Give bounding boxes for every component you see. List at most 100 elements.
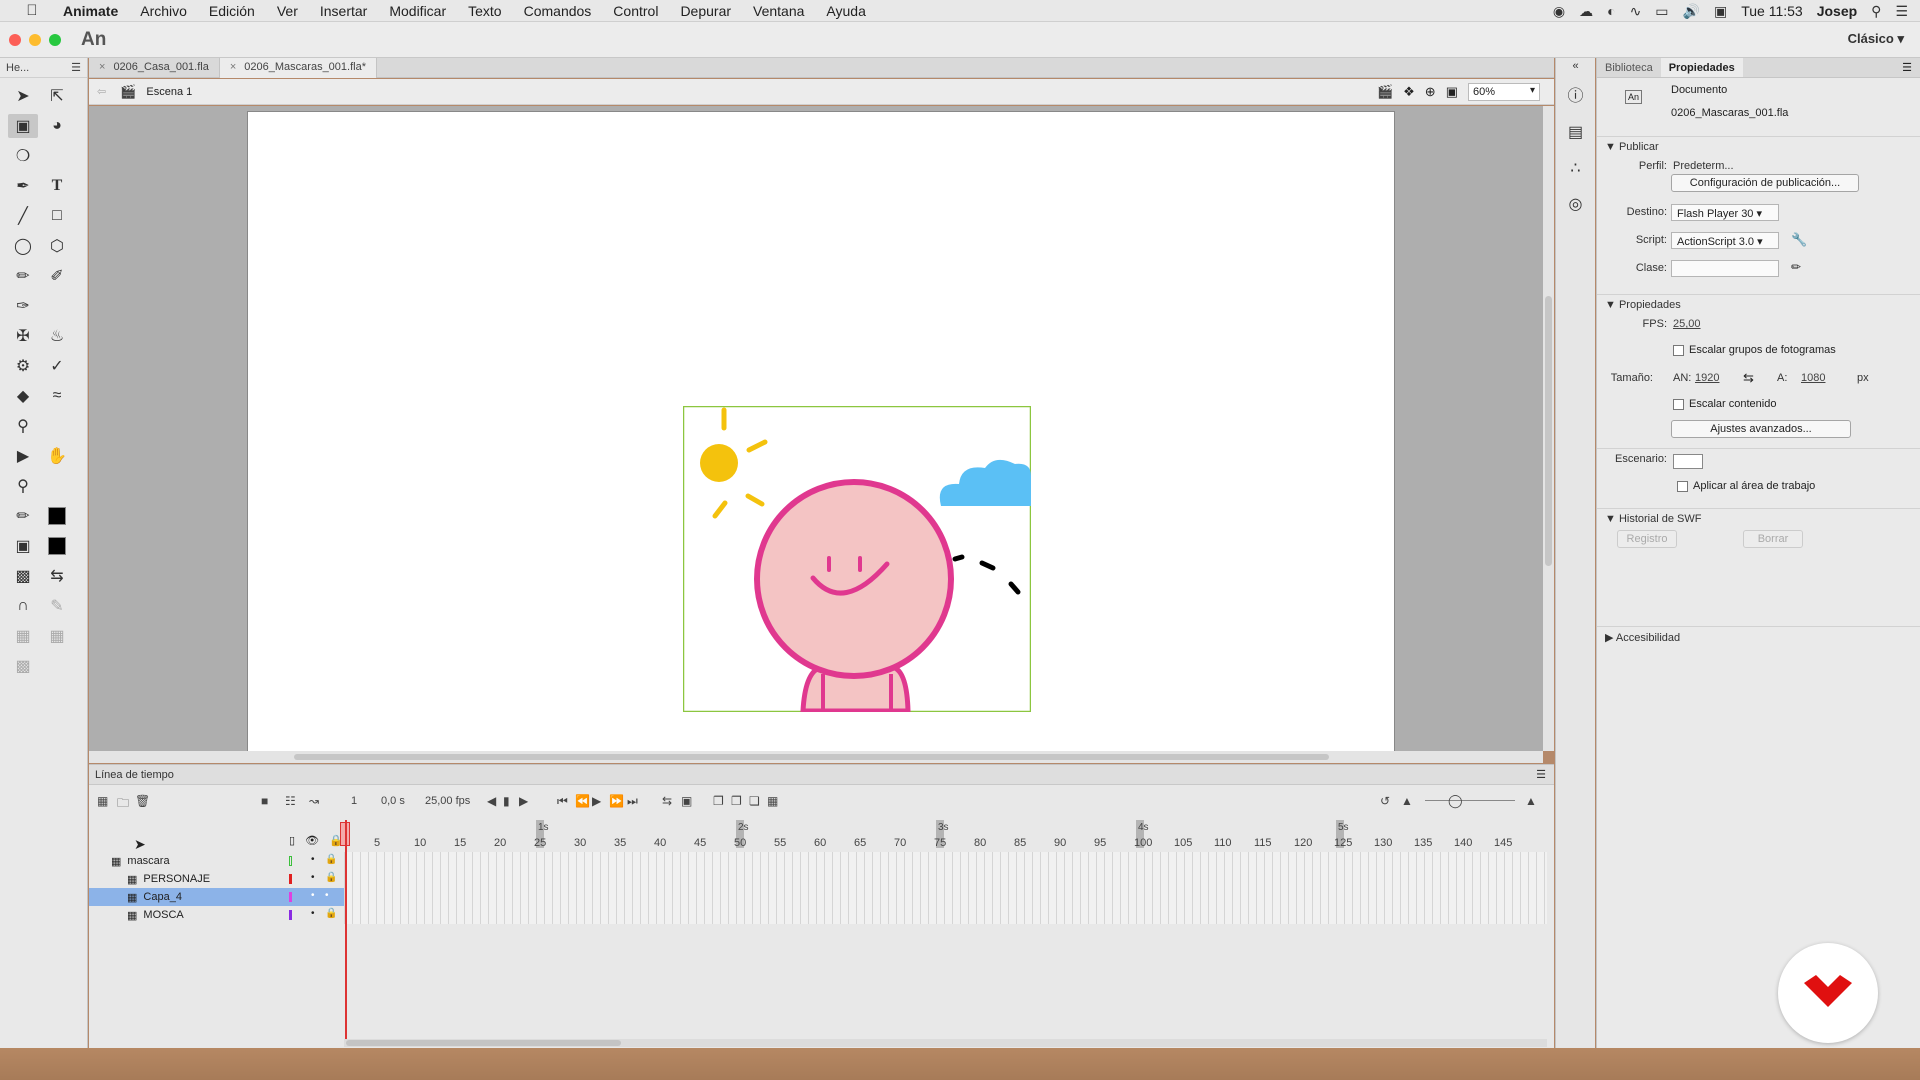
artwork[interactable]	[683, 406, 1031, 712]
layer-name[interactable]: PERSONAJE	[143, 873, 210, 885]
tab-library[interactable]: Biblioteca	[1597, 58, 1661, 77]
fly[interactable]	[952, 554, 1021, 595]
onion-skin-icon[interactable]: ❐	[713, 794, 724, 808]
fps-value[interactable]: 25,00	[1673, 318, 1701, 330]
hand-tool-icon[interactable]: ✋	[42, 444, 72, 468]
current-frame[interactable]: 1	[351, 795, 357, 807]
close-tab-icon[interactable]: ×	[99, 61, 105, 73]
info-icon[interactable]: ⓘ	[1556, 82, 1595, 106]
tab-properties[interactable]: Propiedades	[1660, 58, 1743, 77]
creative-cloud-icon[interactable]: ☁	[1579, 3, 1593, 20]
line-tool-icon[interactable]: ╱	[8, 204, 38, 228]
menu-ver[interactable]: Ver	[266, 3, 309, 19]
pen-tool-icon[interactable]: ✒	[8, 174, 38, 198]
zoom-slider-thumb[interactable]: ◯	[1448, 793, 1463, 809]
edit-scene-icon[interactable]: 🎬	[1377, 84, 1393, 100]
subselection-tool-icon[interactable]: ⇱	[42, 84, 72, 108]
menu-ayuda[interactable]: Ayuda	[815, 3, 876, 19]
menu-app[interactable]: Animate	[52, 3, 129, 19]
oval-tool-icon[interactable]: ◯	[8, 234, 38, 258]
step-forward-icon[interactable]: ▶	[519, 794, 528, 808]
play-icon[interactable]: ▶	[592, 794, 601, 808]
publish-settings-button[interactable]: Configuración de publicación...	[1671, 174, 1859, 192]
properties-section-header[interactable]: ▼ Propiedades	[1597, 294, 1920, 314]
scrollbar-thumb[interactable]	[346, 1040, 621, 1046]
timeline-zoom-slider[interactable]	[1425, 800, 1515, 801]
panel-menu-icon[interactable]: ☰	[1902, 61, 1912, 74]
class-input[interactable]	[1671, 260, 1779, 277]
fill-color-bucket-icon[interactable]: ▣	[8, 534, 38, 558]
swf-history-section-header[interactable]: ▼ Historial de SWF	[1597, 508, 1920, 528]
layer-row-mosca[interactable]: ▦ MOSCA • 🔒	[89, 906, 344, 924]
close-tab-icon[interactable]: ×	[230, 61, 236, 73]
scrollbar-thumb[interactable]	[294, 754, 1329, 760]
edit-multiple-frames-icon[interactable]: ❏	[749, 794, 760, 808]
record-icon[interactable]: ◉	[1553, 3, 1565, 20]
advanced-settings-button[interactable]: Ajustes avanzados...	[1671, 420, 1851, 438]
layer-row-capa4[interactable]: ▦ Capa_4 • •	[89, 888, 344, 906]
asset-warp-tool-icon[interactable]: ⚲	[8, 414, 38, 438]
new-folder-icon[interactable]: 🗀	[117, 794, 129, 815]
fill-color-swatch[interactable]	[42, 534, 72, 558]
scene-clapper-icon[interactable]: 🎬	[120, 84, 136, 100]
panel-menu-icon[interactable]: ☰	[71, 61, 81, 74]
height-value[interactable]: 1080	[1801, 372, 1825, 384]
user-name[interactable]: Josep	[1817, 3, 1857, 19]
bone-tool-icon[interactable]: ✠	[8, 324, 38, 348]
zoom-in-timeline-icon[interactable]: ▲	[1525, 794, 1537, 808]
back-arrow-icon[interactable]: ⇦	[97, 85, 106, 98]
script-dropdown[interactable]: ActionScript 3.0 ▾	[1671, 232, 1779, 249]
pencil-icon[interactable]: ✏	[1791, 260, 1801, 274]
go-to-first-frame-icon[interactable]: ⏮	[557, 794, 568, 809]
menu-archivo[interactable]: Archivo	[129, 3, 198, 19]
apple-icon[interactable]: 	[20, 2, 44, 19]
menu-control[interactable]: Control	[602, 3, 669, 19]
battery-icon[interactable]: ▣	[1714, 3, 1727, 20]
center-stage-icon[interactable]: ⊕	[1425, 84, 1436, 100]
layer-parenting-icon[interactable]: ☷	[285, 794, 296, 808]
link-dimensions-icon[interactable]: ⇆	[1743, 370, 1754, 386]
playhead[interactable]	[345, 820, 347, 1040]
stage-color-swatch[interactable]	[1673, 454, 1703, 469]
wrench-icon[interactable]: 🔧	[1791, 232, 1807, 248]
visibility-dot-icon[interactable]: •	[311, 890, 315, 901]
tab-casa[interactable]: × 0206_Casa_001.fla	[89, 58, 220, 78]
volume-icon[interactable]: 🔊	[1683, 3, 1700, 20]
visibility-dot-icon[interactable]: •	[311, 872, 315, 883]
frame-ruler[interactable]: 1s 2s 3s 4s 5s 5 10 15 20 25 30 35 40 45 50 55 60 65 70 75 8…	[344, 820, 1549, 850]
delete-layer-icon[interactable]: 🗑	[135, 794, 150, 808]
menu-texto[interactable]: Texto	[457, 3, 512, 19]
apply-workspace-checkbox[interactable]	[1677, 481, 1688, 492]
scene-name[interactable]: Escena 1	[146, 86, 192, 98]
onion-outlines-icon[interactable]: ❐	[731, 794, 742, 808]
clock[interactable]: Tue 11:53	[1741, 3, 1803, 19]
collapse-panels-icon[interactable]: «	[1556, 60, 1595, 72]
clip-content-icon[interactable]: ▣	[1446, 84, 1458, 100]
layer-outline-color[interactable]	[289, 910, 292, 920]
menu-depurar[interactable]: Depurar	[669, 3, 742, 19]
zoom-window-button[interactable]	[49, 33, 61, 46]
spotlight-search-icon[interactable]: ⚲	[1871, 3, 1881, 20]
rotate-skew-icon[interactable]: ▦	[8, 624, 38, 648]
camera-layer-icon[interactable]: ■	[261, 794, 268, 808]
edit-symbols-icon[interactable]: ❖	[1403, 84, 1415, 100]
polystar-tool-icon[interactable]: ⬡	[42, 234, 72, 258]
paint-bucket-tool-icon[interactable]: ♨	[42, 324, 72, 348]
zoom-out-timeline-icon[interactable]: ▲	[1401, 794, 1413, 808]
text-tool-icon[interactable]: T	[42, 174, 72, 198]
zoom-dropdown[interactable]: 60% ▾	[1468, 83, 1540, 101]
timeline-horizontal-scrollbar[interactable]	[344, 1039, 1547, 1047]
free-transform-tool-icon[interactable]: ▣	[8, 114, 38, 138]
lasso-tool-icon[interactable]: ❍	[8, 144, 38, 168]
layer-outline-color[interactable]	[289, 856, 292, 866]
layer-row-mascara[interactable]: ▦ mascara • 🔒	[89, 852, 344, 870]
menu-insertar[interactable]: Insertar	[309, 3, 378, 19]
notification-center-icon[interactable]: ☰	[1895, 3, 1908, 20]
sun[interactable]	[700, 407, 768, 519]
frame-grid[interactable]	[344, 852, 1547, 924]
layer-name[interactable]: MOSCA	[143, 909, 183, 921]
zoom-tool-icon[interactable]: ⚲	[8, 474, 38, 498]
workspace-dropdown[interactable]: Clásico ▾	[1848, 31, 1904, 47]
swap-colors-icon[interactable]: ⇆	[42, 564, 72, 588]
brush-tool-icon[interactable]: ✑	[8, 294, 38, 318]
